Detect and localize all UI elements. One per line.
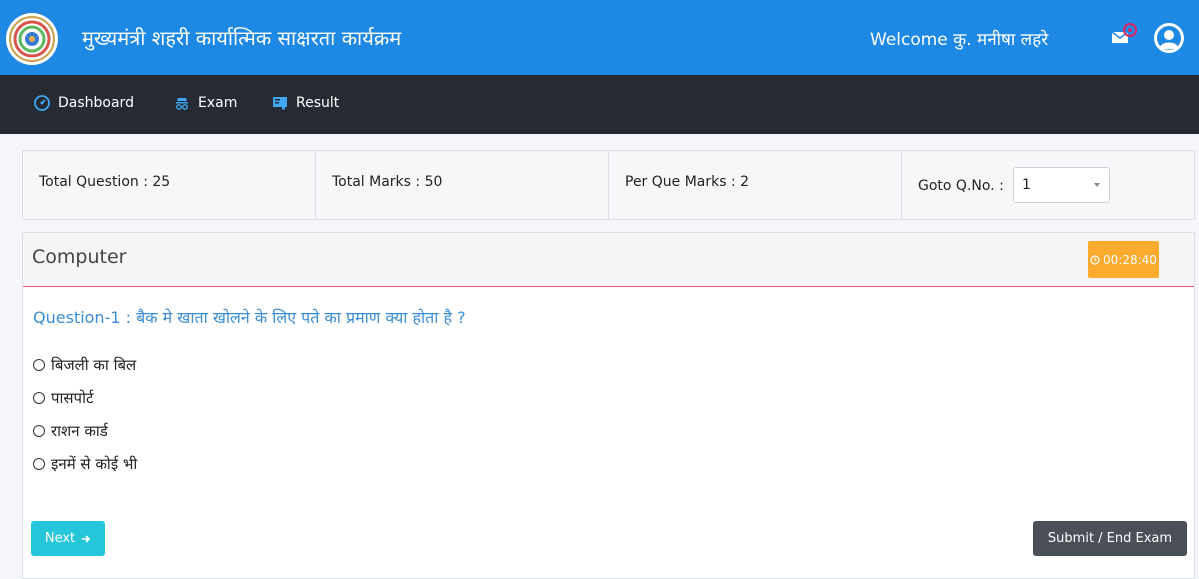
stat-goto: Goto Q.No. : 1 xyxy=(902,151,1194,219)
option-1[interactable]: बिजली का बिल xyxy=(33,355,136,375)
next-button[interactable]: Next xyxy=(31,521,105,556)
submit-exam-button[interactable]: Submit / End Exam xyxy=(1033,521,1187,556)
option-label: बिजली का बिल xyxy=(51,356,137,374)
option-label: पासपोर्ट xyxy=(51,389,94,407)
nav-dashboard-label: Dashboard xyxy=(58,95,134,111)
exam-icon xyxy=(176,98,188,110)
goto-question-select[interactable]: 1 xyxy=(1013,167,1110,203)
per-que-marks-text: Per Que Marks : 2 xyxy=(625,174,750,190)
exam-stats-bar: Total Question : 25 Total Marks : 50 Per… xyxy=(22,150,1195,220)
option-3[interactable]: राशन कार्ड xyxy=(33,421,108,441)
mail-notification-icon[interactable] xyxy=(1110,22,1140,50)
result-icon xyxy=(273,97,287,110)
logo-emblem-icon xyxy=(9,16,55,62)
question-panel-header: Computer 00:28:40 xyxy=(23,233,1194,287)
chevron-down-icon xyxy=(1094,183,1100,187)
program-logo xyxy=(6,13,58,65)
nav-dashboard[interactable]: Dashboard xyxy=(34,95,134,111)
top-header: मुख्यमंत्री शहरी कार्यात्मिक साक्षरता का… xyxy=(0,0,1199,75)
radio-button[interactable] xyxy=(33,425,45,437)
total-marks-text: Total Marks : 50 xyxy=(332,174,443,190)
option-4[interactable]: इनमें से कोई भी xyxy=(33,454,137,474)
user-avatar-icon[interactable] xyxy=(1153,22,1185,54)
welcome-text: Welcome कु. मनीषा लहरे xyxy=(870,30,1049,50)
radio-button[interactable] xyxy=(33,392,45,404)
arrow-right-icon xyxy=(82,534,91,543)
subject-title: Computer xyxy=(32,246,127,268)
timer-value: 00:28:40 xyxy=(1103,252,1157,267)
stat-total-marks: Total Marks : 50 xyxy=(316,151,609,219)
question-panel: Computer 00:28:40 Question-1 : बैक मे खा… xyxy=(22,232,1195,579)
goto-selected-value: 1 xyxy=(1022,177,1031,193)
stat-per-que-marks: Per Que Marks : 2 xyxy=(609,151,902,219)
radio-button[interactable] xyxy=(33,359,45,371)
nav-result[interactable]: Result xyxy=(272,95,339,111)
timer-badge: 00:28:40 xyxy=(1088,241,1159,278)
main-navbar: Dashboard Exam Result xyxy=(0,75,1199,134)
total-question-text: Total Question : 25 xyxy=(39,174,171,190)
nav-exam-label: Exam xyxy=(198,95,238,111)
nav-exam[interactable]: Exam xyxy=(174,95,237,111)
app-title: मुख्यमंत्री शहरी कार्यात्मिक साक्षरता का… xyxy=(82,26,402,50)
stat-total-question: Total Question : 25 xyxy=(23,151,316,219)
question-text: Question-1 : बैक मे खाता खोलने के लिए पत… xyxy=(33,308,466,327)
option-label: इनमें से कोई भी xyxy=(51,455,138,473)
next-button-label: Next xyxy=(44,531,76,546)
goto-label: Goto Q.No. : xyxy=(918,178,1004,194)
clock-icon xyxy=(1090,254,1100,265)
radio-button[interactable] xyxy=(33,458,45,470)
option-2[interactable]: पासपोर्ट xyxy=(33,388,94,408)
nav-result-label: Result xyxy=(296,95,340,111)
dashboard-icon xyxy=(34,95,50,111)
option-label: राशन कार्ड xyxy=(51,422,108,440)
